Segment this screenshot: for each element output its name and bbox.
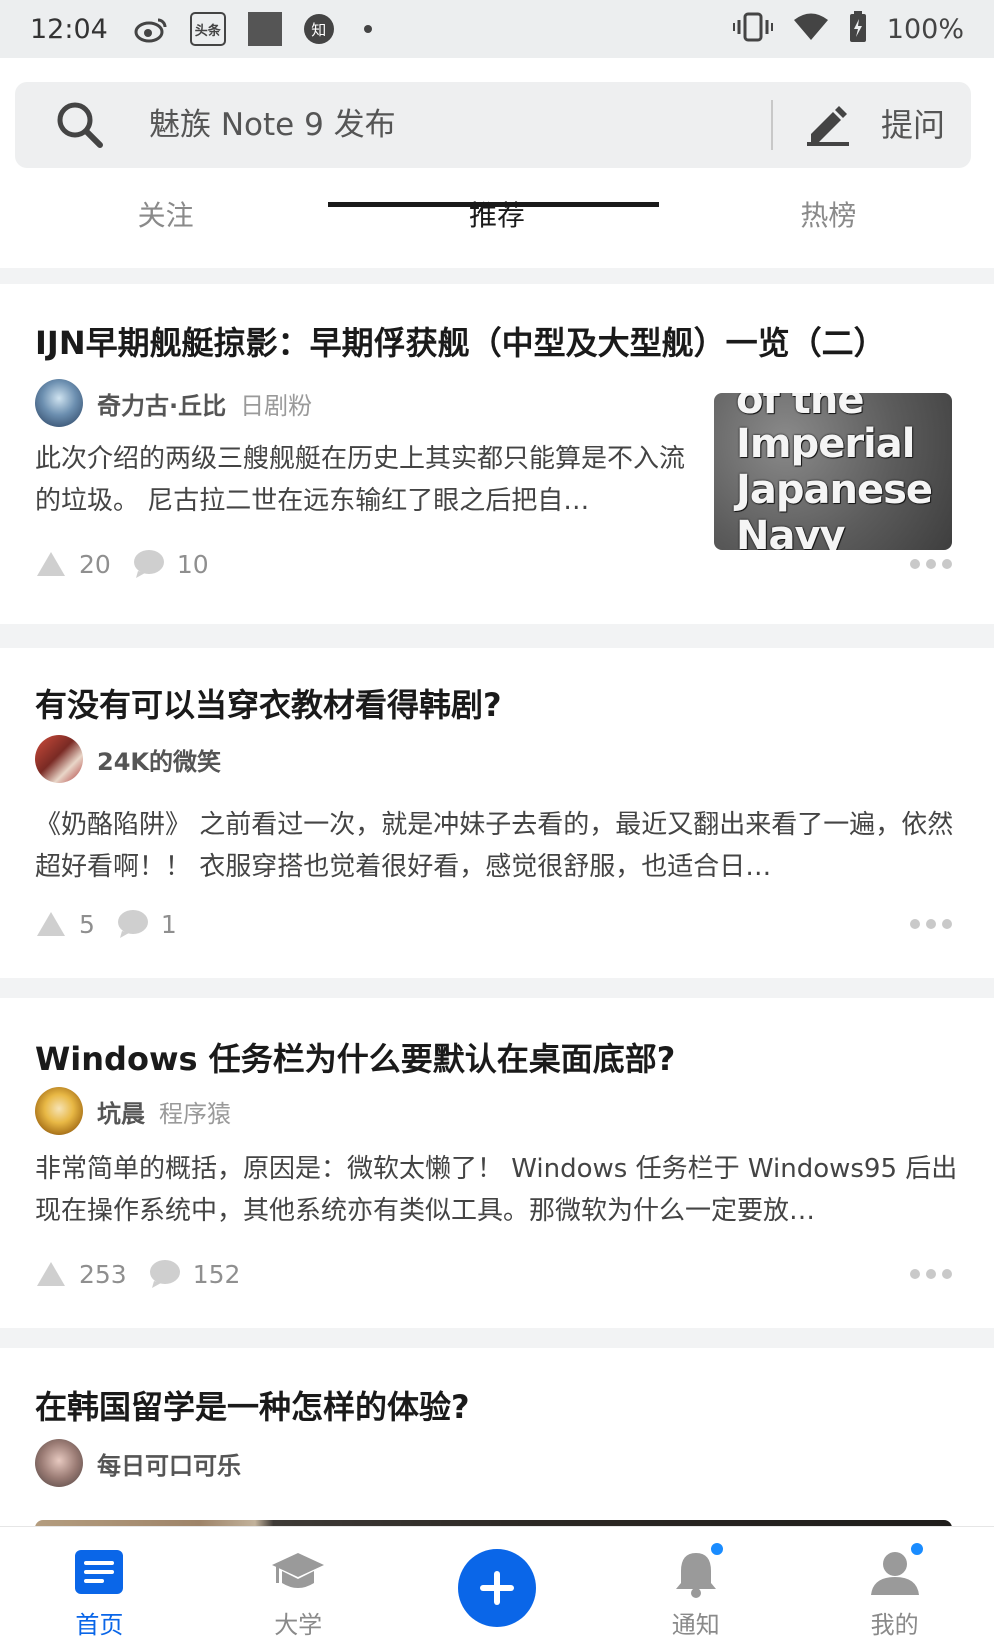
zhihu-label: 知 xyxy=(311,20,327,39)
upvote-icon[interactable] xyxy=(35,550,67,578)
battery-icon xyxy=(849,11,867,47)
card-excerpt[interactable]: 此次介绍的两级三艘舰艇在历史上其实都只能算是不入流的垃圾。 尼古拉二世在远东输红… xyxy=(35,438,695,522)
bell-icon xyxy=(671,1541,725,1603)
card-excerpt[interactable]: 《奶酪陷阱》 之前看过一次，就是冲妹子去看的，最近又翻出来看了一遍，依然超好看啊… xyxy=(35,804,955,888)
comment-icon[interactable] xyxy=(117,909,149,939)
ask-button[interactable]: 提问 xyxy=(881,82,945,168)
avatar[interactable] xyxy=(35,379,83,427)
thumbnail-text: Imperial xyxy=(736,421,915,467)
card-title[interactable]: 有没有可以当穿衣教材看得韩剧? xyxy=(35,680,502,726)
comment-icon[interactable] xyxy=(149,1259,181,1289)
dot-icon xyxy=(363,25,372,33)
feed-card[interactable]: 有没有可以当穿衣教材看得韩剧? 24K的微笑 《奶酪陷阱》 之前看过一次，就是冲… xyxy=(0,648,994,978)
more-options-icon[interactable] xyxy=(910,1269,952,1279)
thumbnail-text: Navy xyxy=(736,513,846,550)
upvote-icon[interactable] xyxy=(35,1260,67,1288)
avatar[interactable] xyxy=(35,1087,83,1135)
card-actions: 20 10 xyxy=(35,544,231,584)
upvote-count: 253 xyxy=(79,1259,127,1289)
comment-count: 10 xyxy=(176,549,209,579)
gallery-icon xyxy=(247,12,282,46)
upvote-icon[interactable] xyxy=(35,910,67,938)
nav-university[interactable]: 大学 xyxy=(199,1527,398,1646)
toutiao-label: 头条 xyxy=(194,23,221,39)
search-divider xyxy=(771,100,773,150)
card-title[interactable]: 在韩国留学是一种怎样的体验? xyxy=(35,1382,470,1428)
comment-count: 152 xyxy=(192,1259,241,1289)
search-bar[interactable]: 魅族 Note 9 发布 提问 xyxy=(15,82,971,168)
nav-profile[interactable]: 我的 xyxy=(795,1527,994,1646)
card-title[interactable]: IJN早期舰艇掠影：早期俘获舰（中型及大型舰）一览（二） xyxy=(35,318,886,364)
more-options-icon[interactable] xyxy=(910,559,952,569)
nav-notifications[interactable]: 通知 xyxy=(596,1527,795,1646)
author-name[interactable]: 每日可口可乐 xyxy=(97,1446,241,1481)
author-name[interactable]: 24K的微笑 xyxy=(97,742,221,777)
search-icon xyxy=(55,100,105,154)
feed-tabs: 关注 推荐 热榜 xyxy=(0,188,994,268)
zhihu-icon: 知 xyxy=(303,14,334,44)
card-title[interactable]: Windows 任务栏为什么要默认在桌面底部? xyxy=(35,1034,675,1080)
card-actions: 5 1 xyxy=(35,904,199,944)
comment-count: 1 xyxy=(160,909,177,939)
wifi-icon xyxy=(793,13,829,45)
feed-card[interactable]: 在韩国留学是一种怎样的体验? 每日可口可乐 xyxy=(0,1348,994,1526)
nav-label: 我的 xyxy=(870,1611,919,1639)
author-tag: 日剧粉 xyxy=(240,391,313,420)
tab-recommend[interactable]: 推荐 xyxy=(331,188,662,268)
nav-label: 首页 xyxy=(75,1611,124,1639)
thumbnail-text: of the xyxy=(736,393,865,423)
pencil-icon[interactable] xyxy=(805,102,851,152)
vibrate-icon xyxy=(732,12,773,46)
header: 魅族 Note 9 发布 提问 关注 推荐 热榜 xyxy=(0,58,994,268)
battery-percent: 100% xyxy=(886,13,964,45)
feed-list[interactable]: IJN早期舰艇掠影：早期俘获舰（中型及大型舰）一览（二） 奇力古·丘比 日剧粉 … xyxy=(0,268,994,1526)
author-row[interactable]: 坑晨 程序猿 xyxy=(35,1086,231,1136)
card-thumbnail[interactable]: of the Imperial Japanese Navy xyxy=(714,393,952,550)
comment-icon[interactable] xyxy=(133,549,165,579)
card-excerpt[interactable]: 非常简单的概括，原因是：微软太懒了！ Windows 任务栏于 Windows9… xyxy=(35,1148,960,1232)
graduation-cap-icon xyxy=(270,1549,326,1599)
tab-label: 关注 xyxy=(137,199,194,232)
notification-badge xyxy=(708,1541,725,1557)
nav-label: 通知 xyxy=(671,1611,720,1639)
status-time: 12:04 xyxy=(30,13,108,45)
active-tab-indicator xyxy=(328,202,659,207)
profile-badge xyxy=(908,1541,925,1557)
upvote-count: 5 xyxy=(79,909,95,939)
author-name[interactable]: 奇力古·丘比 xyxy=(97,386,226,421)
status-bar: 12:04 头条 知 100% xyxy=(0,0,994,58)
feed-card[interactable]: Windows 任务栏为什么要默认在桌面底部? 坑晨 程序猿 非常简单的概括，原… xyxy=(0,998,994,1328)
author-tag: 程序猿 xyxy=(159,1099,231,1128)
nav-create[interactable] xyxy=(398,1527,597,1646)
tab-hot[interactable]: 热榜 xyxy=(663,188,994,268)
search-input[interactable]: 魅族 Note 9 发布 xyxy=(149,82,396,168)
bottom-nav: 首页 大学 通知 我的 xyxy=(0,1526,994,1646)
more-options-icon[interactable] xyxy=(910,919,952,929)
card-actions: 253 152 xyxy=(35,1254,262,1294)
weibo-icon xyxy=(134,15,168,43)
author-row[interactable]: 24K的微笑 xyxy=(35,734,235,784)
upvote-count: 20 xyxy=(79,549,111,579)
nav-home[interactable]: 首页 xyxy=(0,1527,199,1646)
author-row[interactable]: 奇力古·丘比 日剧粉 xyxy=(35,378,312,428)
author-row[interactable]: 每日可口可乐 xyxy=(35,1438,255,1488)
author-name[interactable]: 坑晨 xyxy=(97,1094,145,1129)
tab-label: 热榜 xyxy=(800,199,857,232)
avatar[interactable] xyxy=(35,735,83,783)
plus-icon[interactable] xyxy=(457,1549,536,1627)
tab-follow[interactable]: 关注 xyxy=(0,188,331,268)
home-doc-icon xyxy=(74,1549,124,1599)
feed-card[interactable]: IJN早期舰艇掠影：早期俘获舰（中型及大型舰）一览（二） 奇力古·丘比 日剧粉 … xyxy=(0,284,994,624)
thumbnail-text: Japanese xyxy=(736,467,933,513)
toutiao-icon: 头条 xyxy=(189,12,226,46)
avatar[interactable] xyxy=(35,1439,83,1487)
person-icon xyxy=(869,1541,925,1601)
nav-label: 大学 xyxy=(274,1611,323,1639)
